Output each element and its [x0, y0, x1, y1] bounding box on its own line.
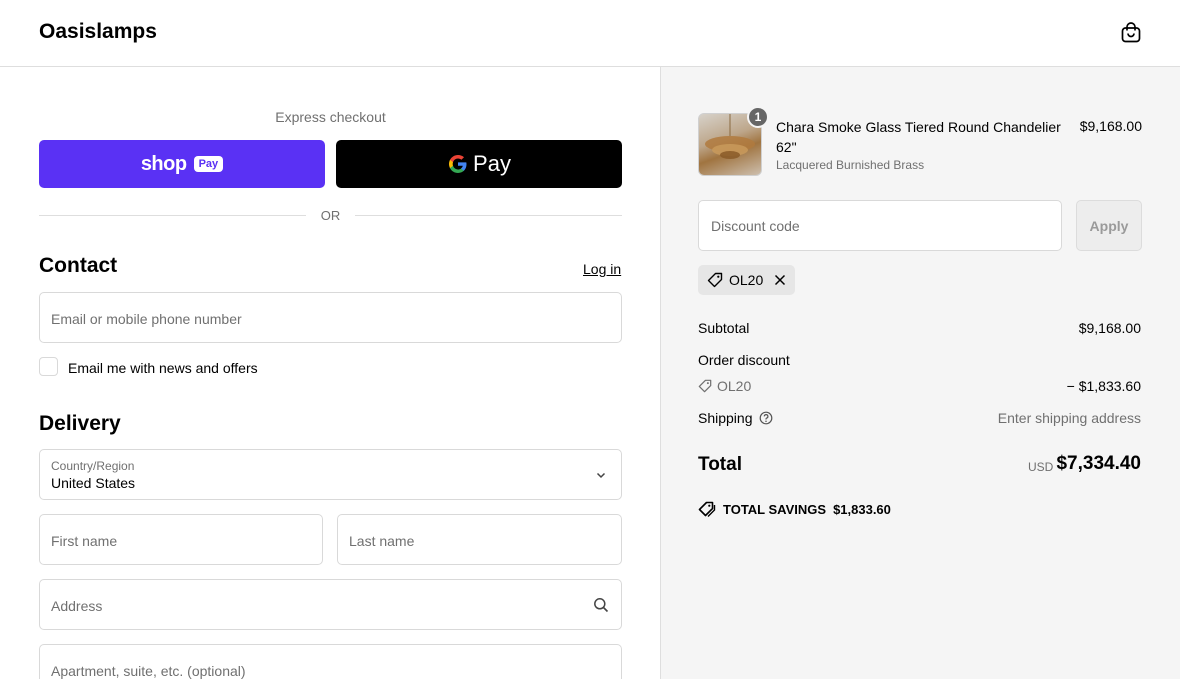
checkout-header: Oasislamps [0, 0, 1180, 67]
shopping-bag-icon[interactable] [1120, 21, 1142, 43]
total-value: $7,334.40 [1056, 453, 1141, 474]
total-savings: TOTAL SAVINGS $1,833.60 [698, 501, 891, 517]
first-name-placeholder: First name [51, 533, 118, 549]
apartment-field[interactable]: Apartment, suite, etc. (optional) [39, 644, 622, 679]
discount-code-field[interactable]: Discount code [698, 200, 1062, 251]
country-label: Country/Region [51, 459, 135, 473]
order-summary: 1 Chara Smoke Glass Tiered Round Chandel… [661, 67, 1180, 679]
news-offers-label: Email me with news and offers [68, 360, 258, 376]
news-offers-checkbox[interactable] [39, 357, 58, 376]
discount-code-text: OL20 [717, 378, 752, 394]
or-text: OR [320, 208, 341, 223]
total-currency: USD [1028, 460, 1054, 474]
product-price: $9,168.00 [1079, 118, 1142, 134]
total-savings-label: TOTAL SAVINGS [723, 501, 827, 517]
address-field[interactable]: Address [39, 579, 622, 630]
google-pay-button[interactable]: Pay [336, 140, 622, 188]
quantity-badge: 1 [747, 106, 769, 128]
apartment-placeholder: Apartment, suite, etc. (optional) [51, 663, 246, 679]
google-g-icon [449, 155, 467, 173]
subtotal-value: $9,168.00 [1078, 320, 1141, 336]
first-name-field[interactable]: First name [39, 514, 323, 565]
contact-heading: Contact [39, 254, 118, 277]
email-placeholder: Email or mobile phone number [51, 311, 242, 327]
shop-pay-wordmark: shop [140, 152, 187, 175]
country-select[interactable]: Country/Region United States [39, 449, 622, 500]
discount-value: − $1,833.60 [1066, 378, 1141, 394]
help-circle-icon[interactable] [759, 411, 773, 425]
address-placeholder: Address [51, 598, 103, 614]
search-icon[interactable] [593, 597, 609, 613]
order-discount-label: Order discount [698, 352, 790, 368]
close-icon[interactable] [773, 273, 787, 287]
log-in-link[interactable]: Log in [583, 261, 621, 277]
shipping-row: Shipping [698, 410, 773, 426]
or-divider: OR [39, 207, 622, 225]
shipping-value: Enter shipping address [997, 410, 1141, 426]
chevron-down-icon [596, 472, 606, 479]
shipping-label: Shipping [698, 410, 753, 426]
shop-pay-pill: Pay [193, 156, 224, 172]
tags-icon [698, 501, 716, 517]
product-variant: Lacquered Burnished Brass [776, 158, 925, 172]
google-pay-wordmark: Pay [473, 151, 511, 176]
subtotal-label: Subtotal [698, 320, 750, 336]
express-checkout-label: Express checkout [275, 109, 386, 125]
discount-code-placeholder: Discount code [711, 218, 800, 234]
applied-discount-chip: OL20 [698, 265, 795, 295]
shop-pay-button[interactable]: shop Pay [39, 140, 325, 188]
country-value: United States [51, 475, 136, 491]
last-name-field[interactable]: Last name [337, 514, 622, 565]
total-label: Total [698, 454, 742, 475]
discount-code-row: OL20 [698, 378, 751, 394]
delivery-heading: Delivery [39, 412, 121, 435]
apply-discount-button[interactable]: Apply [1076, 200, 1142, 251]
total-savings-value: $1,833.60 [833, 501, 891, 517]
last-name-placeholder: Last name [349, 533, 415, 549]
tag-icon [707, 272, 723, 288]
checkout-form: Express checkout shop Pay Pay OR Contact… [0, 67, 661, 679]
applied-discount-code: OL20 [729, 272, 764, 288]
store-brand[interactable]: Oasislamps [39, 20, 157, 44]
tag-icon [698, 379, 712, 393]
email-field[interactable]: Email or mobile phone number [39, 292, 622, 343]
